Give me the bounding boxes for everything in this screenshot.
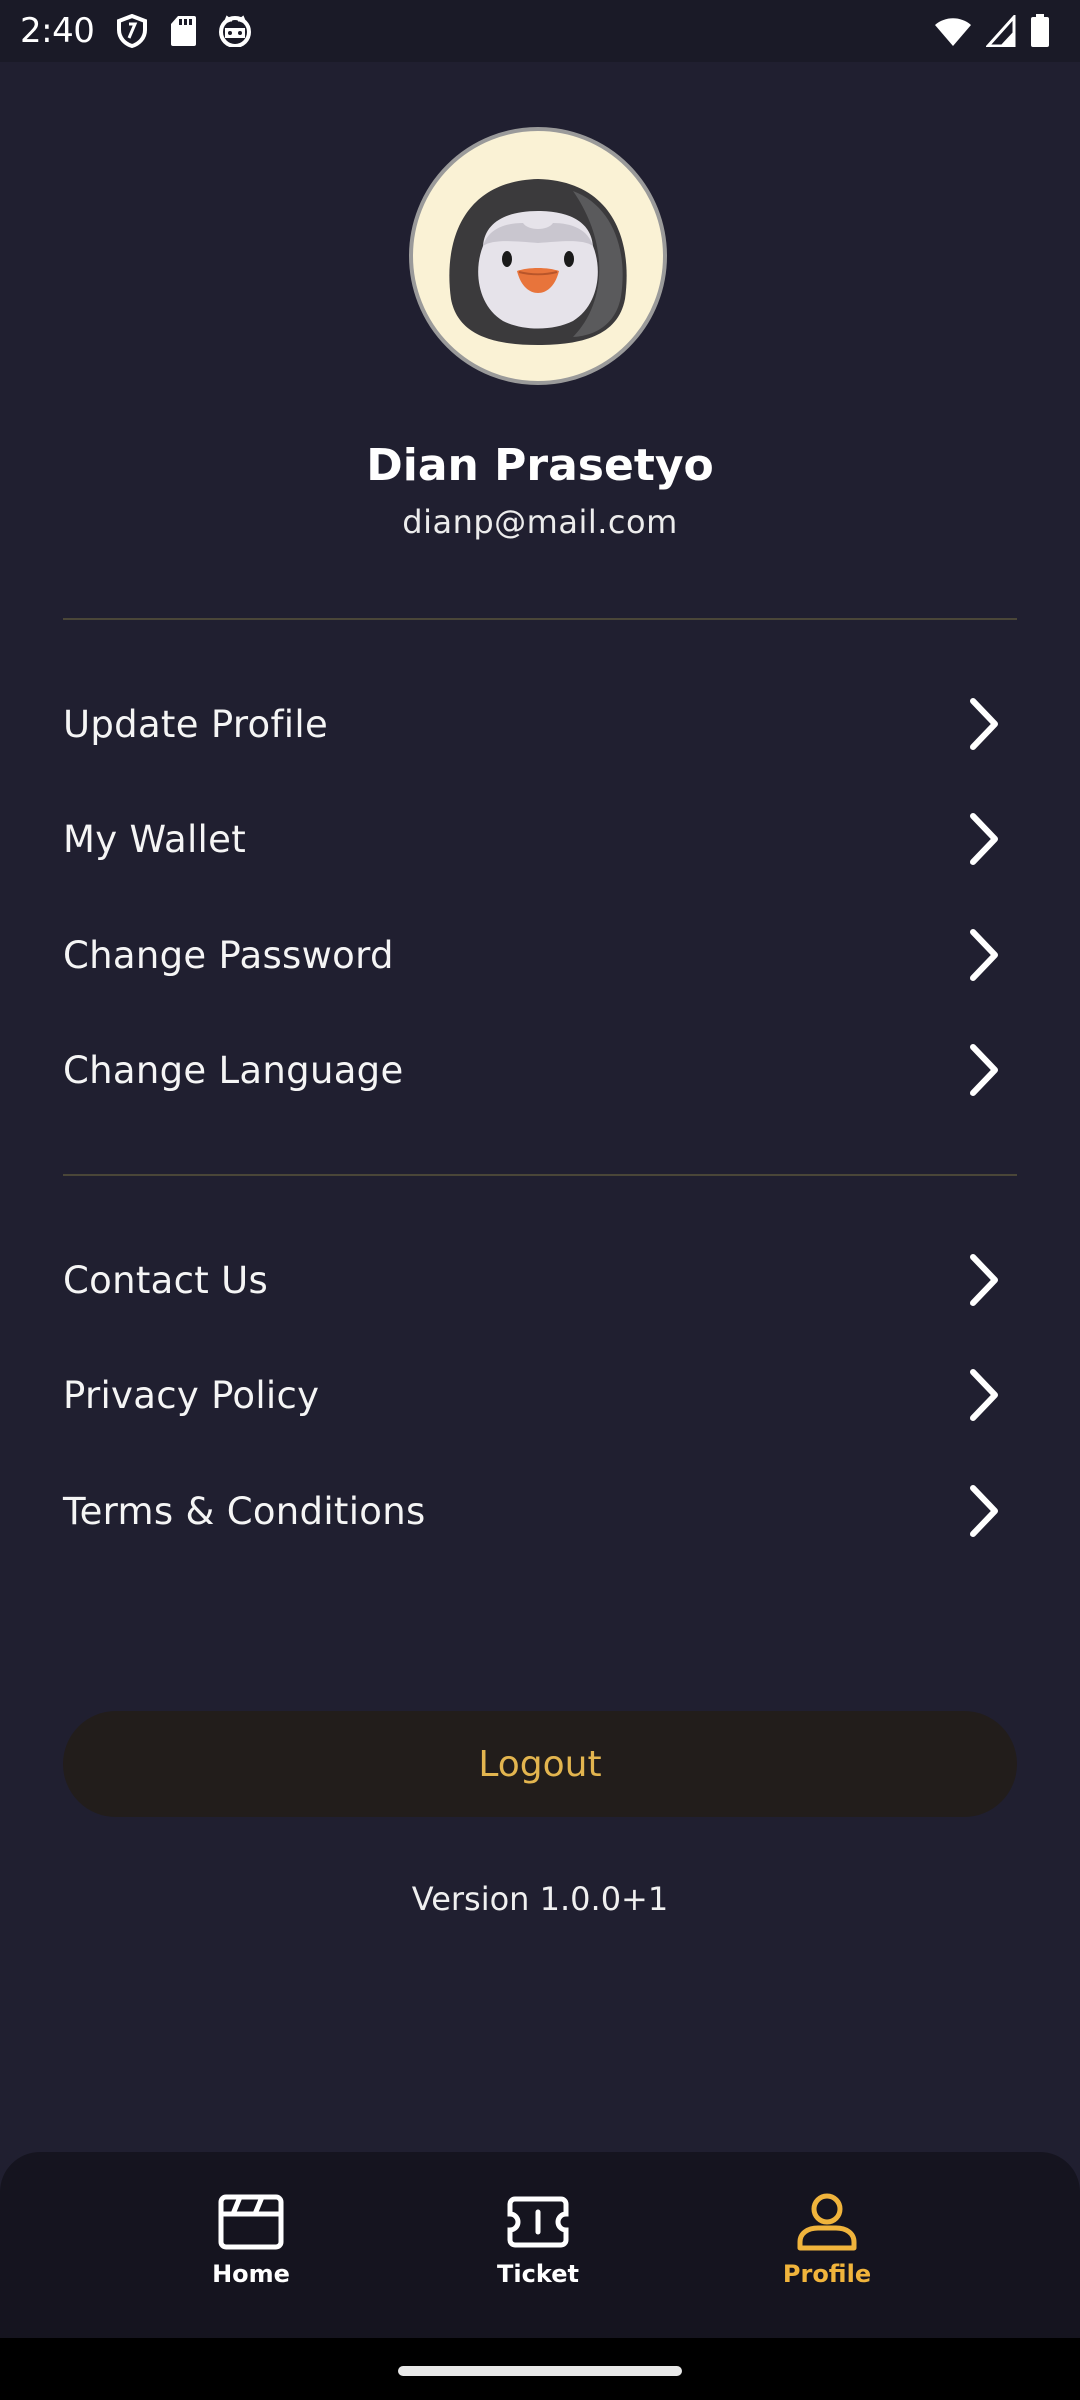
menu-item-change-password[interactable]: Change Password	[0, 905, 1080, 1005]
chevron-right-icon	[964, 1042, 1004, 1098]
menu-item-label: Change Password	[63, 933, 394, 977]
chevron-right-icon	[964, 1483, 1004, 1539]
chevron-right-icon	[964, 1252, 1004, 1308]
menu-item-change-language[interactable]: Change Language	[0, 1020, 1080, 1120]
nav-item-ticket[interactable]: Ticket	[438, 2192, 638, 2312]
nav-label-profile: Profile	[782, 2260, 872, 2288]
menu-item-terms-conditions[interactable]: Terms & Conditions	[0, 1461, 1080, 1561]
menu-item-label: Update Profile	[63, 702, 329, 746]
status-time: 2:40	[20, 11, 95, 51]
penguin-avatar-icon	[449, 179, 627, 345]
menu-item-label: Change Language	[63, 1048, 404, 1092]
menu-item-label: Privacy Policy	[63, 1373, 320, 1417]
menu-item-label: Terms & Conditions	[63, 1489, 426, 1533]
status-right	[920, 14, 1050, 48]
logout-button[interactable]: Logout	[63, 1711, 1017, 1817]
signal-icon	[986, 15, 1016, 47]
avatar	[409, 127, 667, 385]
sd-card-icon	[170, 15, 197, 47]
menu-item-label: Contact Us	[63, 1258, 269, 1302]
clapperboard-icon	[216, 2192, 286, 2252]
chevron-right-icon	[964, 696, 1004, 752]
wifi-icon	[934, 15, 972, 47]
menu-item-privacy-policy[interactable]: Privacy Policy	[0, 1345, 1080, 1445]
divider	[63, 618, 1017, 620]
user-name: Dian Prasetyo	[366, 440, 714, 491]
menu-item-contact-us[interactable]: Contact Us	[0, 1230, 1080, 1330]
chevron-right-icon	[964, 1367, 1004, 1423]
status-left: 2:40	[20, 11, 274, 51]
battery-icon	[1030, 14, 1050, 48]
nav-item-home[interactable]: Home	[151, 2192, 351, 2312]
ticket-icon	[503, 2192, 573, 2252]
chevron-right-icon	[964, 811, 1004, 867]
user-email: dianp@mail.com	[402, 503, 678, 541]
shield-icon	[116, 14, 148, 48]
person-icon	[792, 2192, 862, 2252]
status-bar: 2:40	[0, 0, 1080, 62]
nav-item-profile[interactable]: Profile	[727, 2192, 927, 2312]
home-gesture-bar[interactable]	[398, 2366, 682, 2376]
nav-label-ticket: Ticket	[497, 2260, 579, 2288]
menu-item-update-profile[interactable]: Update Profile	[0, 674, 1080, 774]
chevron-right-icon	[964, 927, 1004, 983]
app-version: Version 1.0.0+1	[411, 1880, 669, 1918]
menu-item-label: My Wallet	[63, 817, 247, 861]
nav-label-home: Home	[212, 2260, 290, 2288]
menu-item-my-wallet[interactable]: My Wallet	[0, 789, 1080, 889]
bottom-nav: Home Ticket Profile	[0, 2152, 1080, 2338]
divider	[63, 1174, 1017, 1176]
cat-face-icon	[218, 15, 252, 47]
